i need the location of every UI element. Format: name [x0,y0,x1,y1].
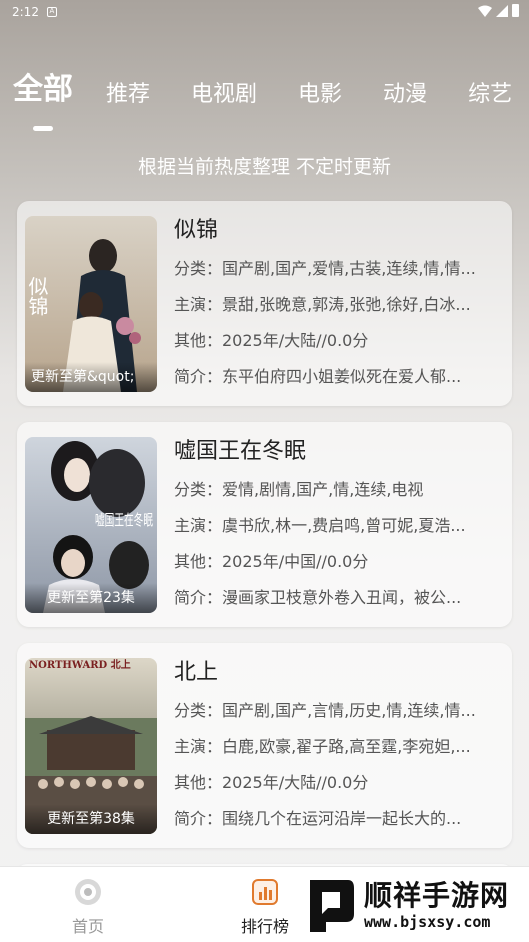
watermark-url: www.bjsxsy.com [364,913,491,931]
site-watermark: 顺祥手游网 www.bjsxsy.com [302,868,529,942]
tab-recommend[interactable]: 推荐 [106,80,150,110]
category-tabs: 全部 推荐 电视剧 电影 动漫 综艺 [0,72,529,130]
drama-card[interactable]: 似锦 更新至第&quot; 似锦 分类：国产剧,国产,爱情,古装,连续,情,情.… [17,201,512,406]
watermark-name: 顺祥手游网 [364,879,510,912]
status-time: 2:12 [12,5,39,19]
update-caption: 更新至第38集 [25,804,157,834]
poster-title-text: 似锦 [25,276,49,316]
status-icons [478,4,519,17]
status-bar: 2:12 A [0,0,529,24]
poster-image[interactable]: 嘘国王在冬眠 更新至第23集 [25,437,157,613]
drama-title[interactable]: 嘘国王在冬眠 [174,436,502,468]
tab-tv[interactable]: 电视剧 [191,80,257,110]
nav-home-label: 首页 [71,917,104,936]
summary-row: 简介：漫画家卫枝意外卷入丑闻，被公... [174,588,462,607]
nav-rank-label: 排行榜 [240,917,289,936]
category-row: 分类：国产剧,国产,爱情,古装,连续,情,情... [174,259,476,278]
tab-anime[interactable]: 动漫 [383,80,427,110]
poster-title-text: NORTHWARD 北上 [29,658,131,671]
wifi-icon [478,5,492,17]
watermark-logo-icon [310,880,354,932]
nav-rank[interactable]: 排行榜 [225,877,305,937]
category-row: 分类：国产剧,国产,言情,历史,情,连续,情... [174,701,476,720]
notification-a-icon: A [46,7,57,17]
ranking-subtitle: 根据当前热度整理 不定时更新 [137,156,392,178]
tab-movie[interactable]: 电影 [298,80,342,110]
battery-icon [512,4,519,17]
tab-all[interactable]: 全部 [13,72,73,108]
drama-info: 嘘国王在冬眠 分类：爱情,剧情,国产,情,连续,电视 主演：虞书欣,林一,费启鸣… [174,436,502,616]
drama-info: 北上 分类：国产剧,国产,言情,历史,情,连续,情... 主演：白鹿,欧豪,翟子… [174,657,502,837]
poster-image[interactable]: NORTHWARD 北上 更新至第38集 [25,658,157,834]
signal-icon [496,4,508,17]
summary-row: 简介：围绕几个在运河沿岸一起长大的... [174,809,462,828]
home-icon [75,879,101,905]
other-row: 其他：2025年/大陆//0.0分 [174,773,369,792]
nav-home[interactable]: 首页 [48,877,128,937]
poster-image[interactable]: 似锦 更新至第&quot; [25,216,157,392]
cast-row: 主演：白鹿,欧豪,翟子路,高至霆,李宛妲,... [174,737,471,756]
drama-card[interactable]: NORTHWARD 北上 更新至第38集 北上 分类：国产剧,国产,言情,历史,… [17,643,512,848]
tab-variety[interactable]: 综艺 [468,80,512,110]
drama-info: 似锦 分类：国产剧,国产,爱情,古装,连续,情,情... 主演：景甜,张晚意,郭… [174,215,502,395]
other-row: 其他：2025年/大陆//0.0分 [174,331,369,350]
cast-row: 主演：景甜,张晚意,郭涛,张弛,徐好,白冰... [174,295,471,314]
tab-indicator [33,126,53,131]
cast-row: 主演：虞书欣,林一,费启鸣,曾可妮,夏浩... [174,516,466,535]
other-row: 其他：2025年/中国//0.0分 [174,552,369,571]
drama-title[interactable]: 似锦 [174,215,502,247]
update-caption: 更新至第23集 [25,583,157,613]
drama-title[interactable]: 北上 [174,657,502,689]
poster-title-text: 嘘国王在冬眠 [95,511,153,529]
rank-chart-icon [252,879,278,905]
update-caption: 更新至第&quot; [25,362,157,392]
summary-row: 简介：东平伯府四小姐姜似死在爱人郁... [174,367,462,386]
drama-card[interactable]: 嘘国王在冬眠 更新至第23集 嘘国王在冬眠 分类：爱情,剧情,国产,情,连续,电… [17,422,512,627]
category-row: 分类：爱情,剧情,国产,情,连续,电视 [174,480,424,499]
